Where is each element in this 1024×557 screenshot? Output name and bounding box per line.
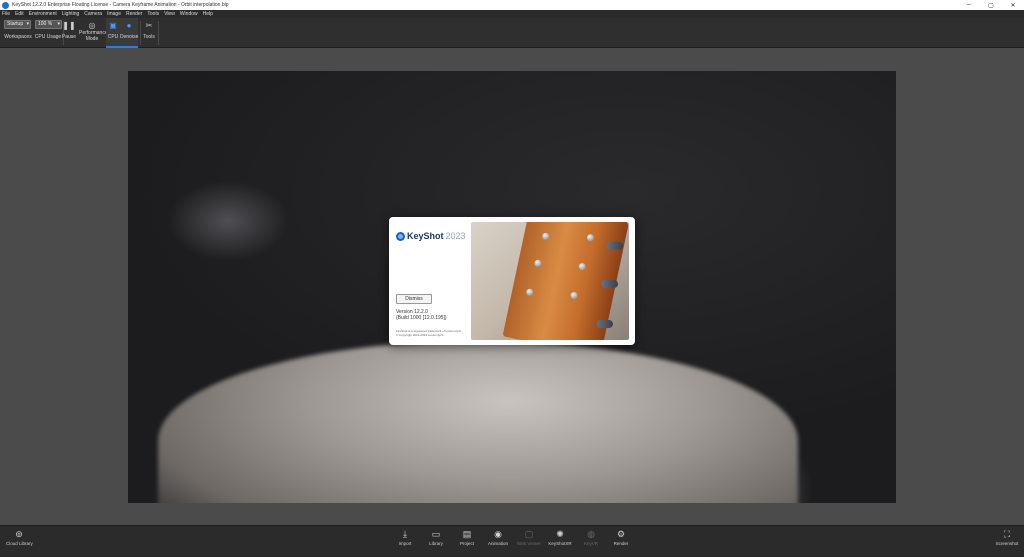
title-bar: KeyShot 12.2.0 Enterprise Floating Licen… — [0, 0, 1024, 10]
toolbar-divider — [140, 21, 141, 45]
close-button[interactable]: ✕ — [1002, 2, 1024, 9]
menu-render[interactable]: Render — [126, 11, 142, 17]
menu-camera[interactable]: Camera — [84, 11, 102, 17]
library-icon: ▭ — [431, 529, 441, 539]
splash-dialog: KeyShot 2023 Dismiss Version 12.2.0 (Bui… — [389, 217, 635, 345]
tuning-peg — [578, 262, 587, 271]
tuning-peg — [525, 288, 534, 297]
build-line: (Build 1000 [12.0.195]) — [396, 315, 447, 321]
tuning-peg — [569, 291, 579, 300]
cpu-label: CPU — [107, 34, 119, 40]
pause-button[interactable]: ❚❚ Pause — [62, 20, 76, 46]
project-label: Project — [459, 541, 474, 546]
project-button[interactable]: ▤ Project — [454, 529, 480, 555]
import-icon: ⤓ — [403, 529, 407, 539]
menu-environment[interactable]: Environment — [29, 11, 57, 17]
animation-button[interactable]: ◉ Animation — [485, 529, 511, 555]
toolbar-divider — [158, 21, 159, 45]
menu-help[interactable]: Help — [203, 11, 213, 17]
pause-icon: ❚❚ — [62, 21, 76, 30]
dismiss-button[interactable]: Dismiss — [396, 294, 432, 304]
cpu-usage-value: 100 % — [38, 21, 53, 27]
render-label: Render — [613, 541, 629, 546]
legal-line-2: © Copyright 2001-2023 Luxion ApS. — [396, 333, 444, 337]
tuner-key — [597, 320, 613, 328]
tools-button[interactable]: ✂ Tools — [142, 20, 156, 46]
render-icon: ⚙ — [616, 529, 626, 539]
screenshot-label: Screenshot — [995, 541, 1019, 546]
animation-icon: ◉ — [494, 529, 502, 539]
workspace-select[interactable]: Startup ▾ — [4, 20, 31, 29]
minimize-button[interactable]: ─ — [958, 2, 980, 8]
menu-file[interactable]: File — [2, 11, 10, 17]
project-icon: ▤ — [462, 529, 472, 539]
menu-view[interactable]: View — [164, 11, 175, 17]
guitar-headstock-image — [471, 222, 629, 340]
keyshot-logo: KeyShot 2023 — [396, 231, 466, 241]
bottom-ribbon: ⊚ Cloud Library ⤓ Import ▭ Library ▤ Pro… — [0, 525, 1024, 557]
chevron-down-icon: ▾ — [57, 21, 60, 27]
version-info: Version 12.2.0 (Build 1000 [12.0.195]) — [396, 309, 447, 321]
brand-year: 2023 — [445, 231, 466, 241]
screenshot-icon: ⛶ — [1003, 529, 1011, 539]
keyvr-label: KeyVR — [583, 541, 598, 546]
web-viewer-button[interactable]: ▢ Web Viewer — [516, 529, 542, 555]
cloud-library-icon: ⊚ — [15, 529, 23, 539]
cloud-library-button[interactable]: ⊚ Cloud Library — [6, 529, 33, 555]
menu-tools[interactable]: Tools — [147, 11, 159, 17]
denoise-label: Denoise — [120, 34, 139, 40]
web-viewer-label: Web Viewer — [516, 541, 542, 546]
menu-window[interactable]: Window — [180, 11, 198, 17]
keyshotxr-label: KeyShotXR — [548, 541, 572, 546]
tools-label: Tools — [143, 34, 155, 40]
maximize-button[interactable]: ▢ — [980, 2, 1002, 9]
keyshot-app-icon — [2, 1, 9, 9]
render-button[interactable]: ⚙ Render — [608, 529, 634, 555]
tuning-peg — [533, 259, 543, 268]
tuning-peg — [541, 232, 550, 241]
keyvr-icon: ◍ — [587, 529, 595, 539]
workspace-select-value: Startup — [7, 21, 24, 27]
performance-mode-button[interactable]: ◎ Performance Mode — [79, 20, 108, 46]
import-label: Import — [398, 541, 412, 546]
performance-mode-icon: ◎ — [88, 21, 96, 30]
library-label: Library — [429, 541, 443, 546]
denoise-icon: ● — [126, 21, 132, 30]
brand-name: KeyShot — [407, 231, 444, 241]
keyshotxr-icon: ✺ — [556, 529, 564, 539]
screenshot-button[interactable]: ⛶ Screenshot — [994, 529, 1020, 555]
tools-icon: ✂ — [145, 21, 153, 30]
import-button[interactable]: ⤓ Import — [392, 529, 418, 555]
library-button[interactable]: ▭ Library — [423, 529, 449, 555]
menu-edit[interactable]: Edit — [15, 11, 24, 17]
menu-lighting[interactable]: Lighting — [62, 11, 80, 17]
ribbon-toolbar: Startup ▾ Workspaces 100 % ▾ CPU Usage ❚… — [0, 18, 1024, 48]
tuner-key — [602, 280, 618, 288]
tuner-key — [607, 242, 623, 250]
pause-label: Pause — [61, 34, 77, 40]
menu-image[interactable]: Image — [107, 11, 121, 17]
chevron-down-icon: ▾ — [26, 21, 29, 27]
performance-mode-label-2: Mode — [85, 36, 99, 42]
rock-object — [158, 341, 798, 503]
menu-bar: File Edit Environment Lighting Camera Im… — [0, 10, 1024, 18]
cpu-usage-label: CPU Usage — [34, 34, 62, 40]
workspaces-label: Workspaces — [4, 34, 32, 40]
keyvr-button[interactable]: ◍ KeyVR — [578, 529, 604, 555]
legal-text: KeyShot is a registered trademark of Lux… — [396, 329, 472, 337]
cloud-library-label: Cloud Library — [6, 541, 33, 546]
animation-label: Animation — [487, 541, 508, 546]
web-viewer-icon: ▢ — [524, 529, 534, 539]
window-title: KeyShot 12.2.0 Enterprise Floating Licen… — [12, 2, 229, 8]
keyshot-logo-icon — [396, 231, 405, 241]
cpu-usage-select[interactable]: 100 % ▾ — [35, 20, 62, 29]
denoise-toggle-button[interactable]: ● Denoise — [120, 20, 138, 46]
keyshotxr-button[interactable]: ✺ KeyShotXR — [547, 529, 573, 555]
tuning-peg — [586, 233, 595, 242]
cpu-icon: ▣ — [109, 21, 117, 30]
cpu-toggle-button[interactable]: ▣ CPU — [106, 20, 120, 46]
